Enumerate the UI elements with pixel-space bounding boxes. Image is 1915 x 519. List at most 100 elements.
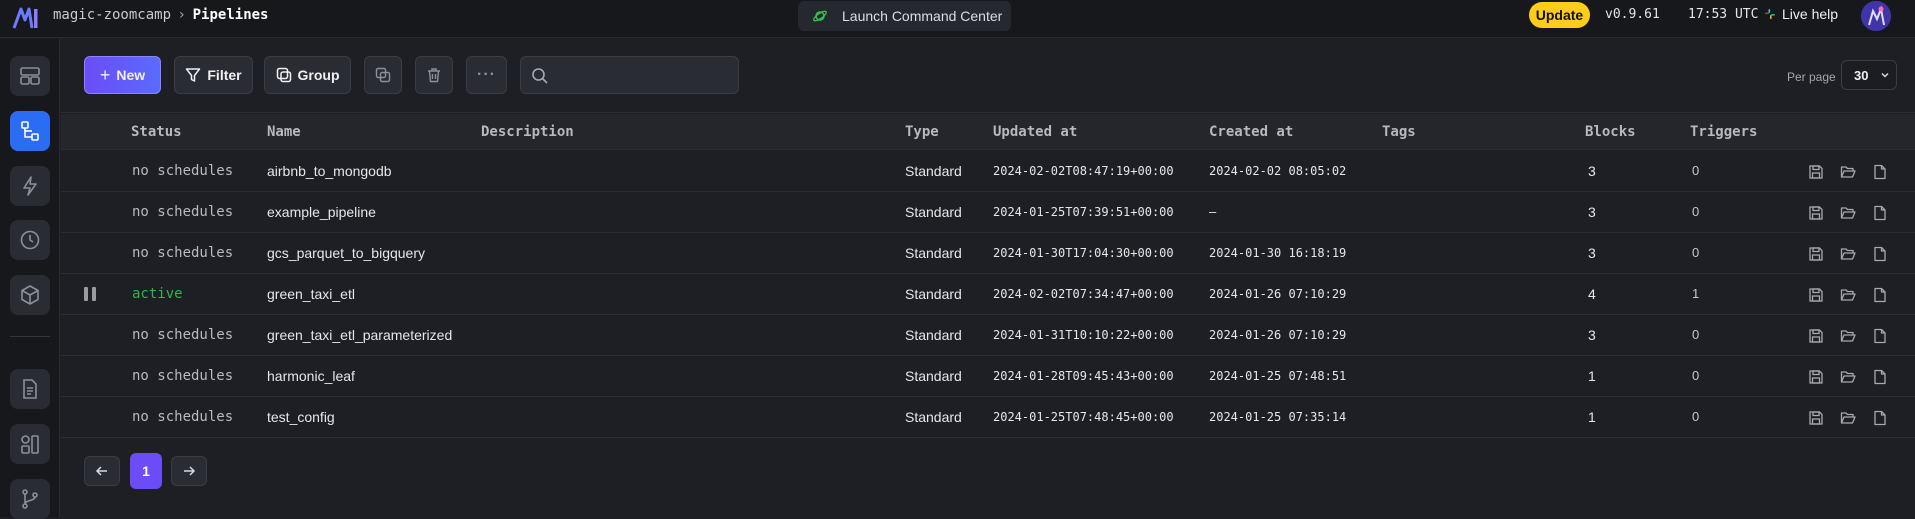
row-triggers: 1 xyxy=(1692,286,1700,301)
table-row[interactable]: no schedules example_pipeline Standard 2… xyxy=(61,192,1915,233)
trash-icon xyxy=(428,68,440,83)
row-actions xyxy=(1806,367,1890,387)
ellipsis-icon: ··· xyxy=(477,66,496,83)
next-page-button[interactable] xyxy=(171,456,207,486)
planet-icon xyxy=(813,10,827,22)
delete-button[interactable] xyxy=(415,56,453,94)
slack-icon xyxy=(1765,9,1775,19)
column-header-name[interactable]: Name xyxy=(267,124,301,140)
column-header-status[interactable]: Status xyxy=(131,124,182,140)
sidebar-item-blocks[interactable] xyxy=(10,275,50,315)
open-folder-icon[interactable] xyxy=(1838,203,1858,223)
open-folder-icon[interactable] xyxy=(1838,326,1858,346)
per-page-select[interactable]: 30 xyxy=(1841,60,1897,90)
row-status[interactable]: no schedules xyxy=(132,368,233,384)
previous-page-button[interactable] xyxy=(84,456,120,486)
mage-logo[interactable] xyxy=(12,6,40,30)
launch-command-center-button[interactable]: Launch Command Center xyxy=(798,1,1011,31)
row-status[interactable]: no schedules xyxy=(132,245,233,261)
more-actions-button[interactable]: ··· xyxy=(466,56,507,94)
row-status[interactable]: active xyxy=(132,286,183,302)
file-icon[interactable] xyxy=(1870,367,1890,387)
row-status[interactable]: no schedules xyxy=(132,327,233,343)
column-header-blocks[interactable]: Blocks xyxy=(1585,124,1636,140)
row-blocks: 1 xyxy=(1588,409,1596,425)
file-icon[interactable] xyxy=(1870,162,1890,182)
open-folder-icon[interactable] xyxy=(1838,285,1858,305)
filter-button[interactable]: Filter xyxy=(174,56,253,94)
row-triggers: 0 xyxy=(1692,163,1700,178)
new-pipeline-button[interactable]: + New xyxy=(84,56,161,94)
column-header-type[interactable]: Type xyxy=(905,124,939,140)
row-name[interactable]: gcs_parquet_to_bigquery xyxy=(267,245,425,261)
column-header-triggers[interactable]: Triggers xyxy=(1690,124,1757,140)
group-icon xyxy=(276,67,291,83)
table-row[interactable]: no schedules test_config Standard 2024-0… xyxy=(61,397,1915,438)
file-icon[interactable] xyxy=(1870,408,1890,428)
row-type: Standard xyxy=(905,327,962,343)
sidebar-item-files[interactable] xyxy=(10,369,50,409)
row-name[interactable]: airbnb_to_mongodb xyxy=(267,163,392,179)
sidebar-item-overview[interactable] xyxy=(10,56,50,96)
table-row[interactable]: no schedules green_taxi_etl_parameterize… xyxy=(61,315,1915,356)
row-created-at: 2024-01-25 07:48:51 xyxy=(1209,369,1347,383)
save-icon[interactable] xyxy=(1806,244,1826,264)
pause-icon[interactable] xyxy=(83,285,97,303)
row-type: Standard xyxy=(905,163,962,179)
clone-button[interactable] xyxy=(364,56,402,94)
column-header-tags[interactable]: Tags xyxy=(1382,124,1416,140)
row-type: Standard xyxy=(905,286,962,302)
column-header-updated-at[interactable]: Updated at xyxy=(993,124,1077,140)
file-icon[interactable] xyxy=(1870,203,1890,223)
file-icon[interactable] xyxy=(1870,285,1890,305)
row-updated-at: 2024-01-31T10:10:22+00:00 xyxy=(993,328,1174,342)
row-name[interactable]: harmonic_leaf xyxy=(267,368,355,384)
live-help-link[interactable]: Live help xyxy=(1764,6,1838,22)
column-header-created-at[interactable]: Created at xyxy=(1209,124,1293,140)
table-row[interactable]: no schedules airbnb_to_mongodb Standard … xyxy=(61,151,1915,192)
save-icon[interactable] xyxy=(1806,367,1826,387)
table-row[interactable]: active green_taxi_etl Standard 2024-02-0… xyxy=(61,274,1915,315)
row-blocks: 3 xyxy=(1588,163,1596,179)
plus-icon: + xyxy=(99,64,111,85)
open-folder-icon[interactable] xyxy=(1838,367,1858,387)
row-name[interactable]: green_taxi_etl xyxy=(267,286,355,302)
save-icon[interactable] xyxy=(1806,162,1826,182)
group-button[interactable]: Group xyxy=(264,56,351,94)
update-button[interactable]: Update xyxy=(1529,2,1590,28)
row-name[interactable]: test_config xyxy=(267,409,335,425)
breadcrumb-project[interactable]: magic-zoomcamp xyxy=(53,7,171,23)
search-input[interactable] xyxy=(520,56,739,94)
row-name[interactable]: example_pipeline xyxy=(267,204,376,220)
breadcrumb: magic-zoomcamp › Pipelines xyxy=(53,6,268,24)
sidebar-item-triggers[interactable] xyxy=(10,166,50,206)
save-icon[interactable] xyxy=(1806,285,1826,305)
sidebar-item-runs[interactable] xyxy=(10,220,50,260)
open-folder-icon[interactable] xyxy=(1838,244,1858,264)
row-created-at: 2024-02-02 08:05:02 xyxy=(1209,164,1347,178)
row-status[interactable]: no schedules xyxy=(132,163,233,179)
row-updated-at: 2024-02-02T08:47:19+00:00 xyxy=(993,164,1174,178)
open-folder-icon[interactable] xyxy=(1838,162,1858,182)
row-status[interactable]: no schedules xyxy=(132,204,233,220)
file-icon[interactable] xyxy=(1870,244,1890,264)
sidebar-item-version-control[interactable] xyxy=(10,479,50,519)
avatar[interactable] xyxy=(1861,1,1891,31)
sidebar-item-pipelines[interactable] xyxy=(10,111,50,151)
current-page-button[interactable]: 1 xyxy=(130,453,162,489)
table-row[interactable]: no schedules harmonic_leaf Standard 2024… xyxy=(61,356,1915,397)
open-folder-icon[interactable] xyxy=(1838,408,1858,428)
arrow-left-icon xyxy=(95,466,107,476)
copy-icon xyxy=(375,67,391,83)
table-row[interactable]: no schedules gcs_parquet_to_bigquery Sta… xyxy=(61,233,1915,274)
row-triggers: 0 xyxy=(1692,368,1700,383)
save-icon[interactable] xyxy=(1806,326,1826,346)
column-header-description[interactable]: Description xyxy=(481,124,574,140)
sidebar-item-templates[interactable] xyxy=(10,424,50,464)
row-actions xyxy=(1806,244,1890,264)
save-icon[interactable] xyxy=(1806,408,1826,428)
save-icon[interactable] xyxy=(1806,203,1826,223)
row-name[interactable]: green_taxi_etl_parameterized xyxy=(267,327,452,343)
row-status[interactable]: no schedules xyxy=(132,409,233,425)
file-icon[interactable] xyxy=(1870,326,1890,346)
